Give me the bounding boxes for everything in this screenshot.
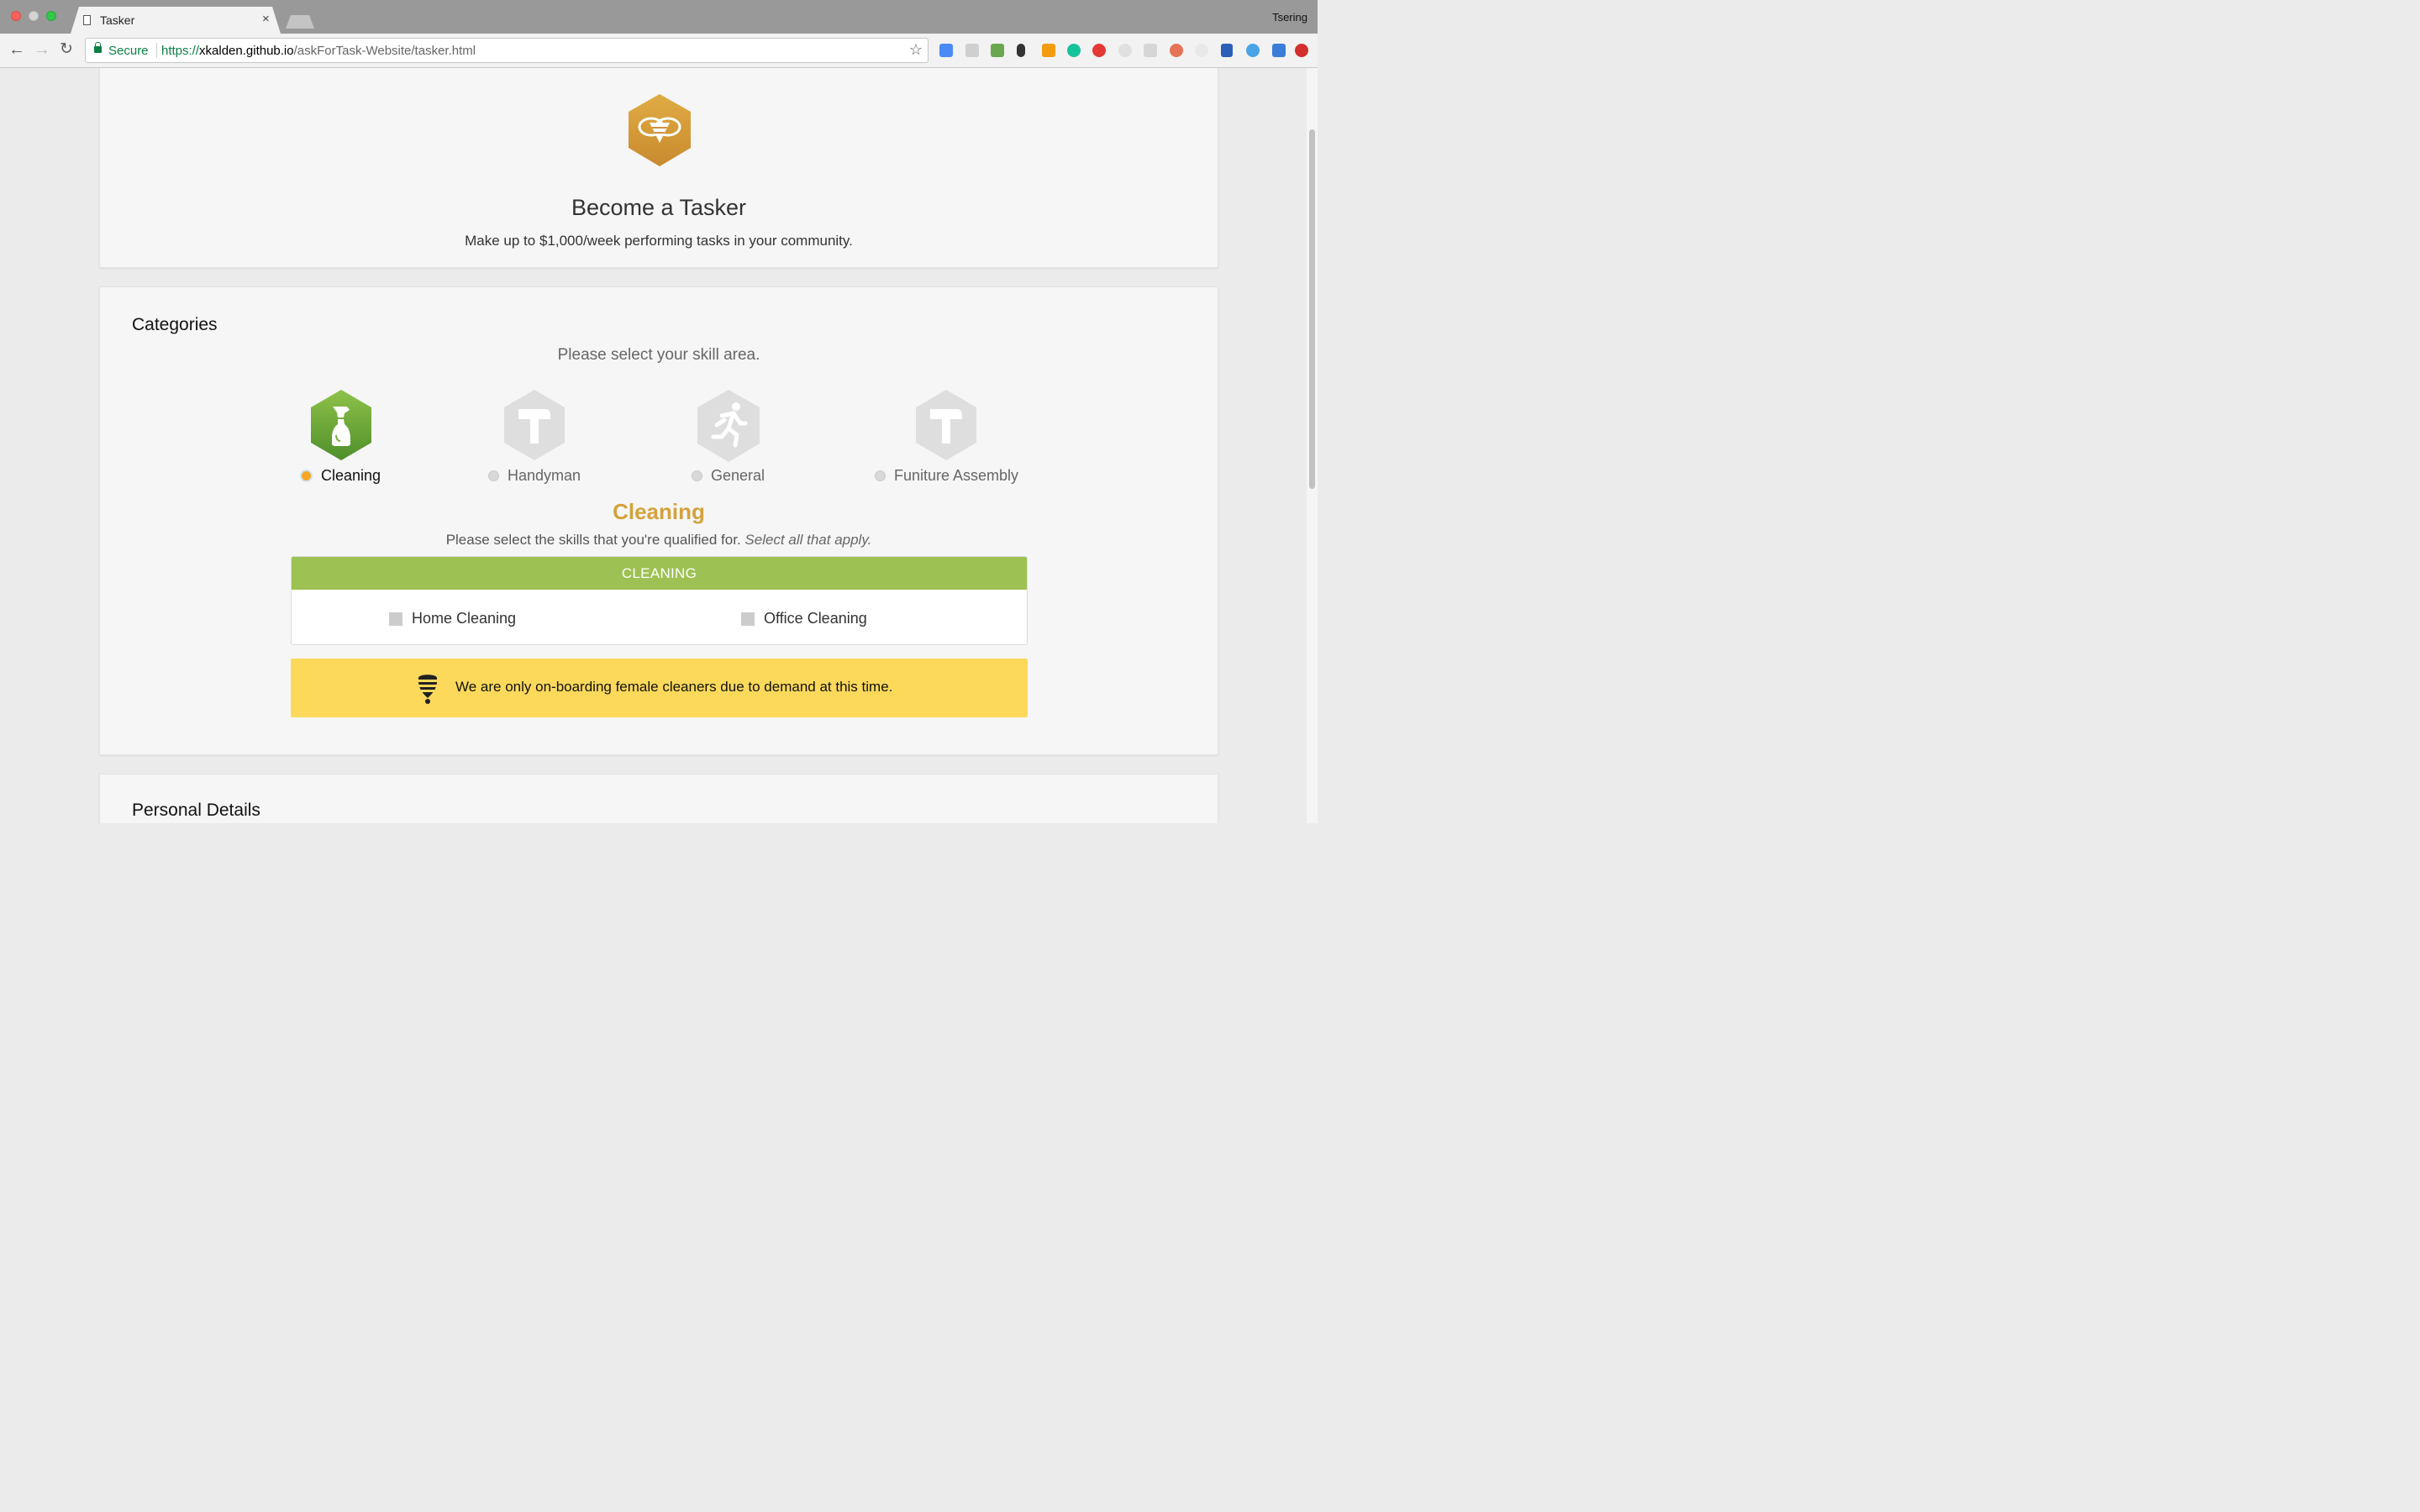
forward-icon[interactable]: → — [34, 40, 50, 59]
category-label-handyman[interactable]: Handyman — [488, 467, 581, 485]
extension-icon[interactable] — [1195, 44, 1208, 57]
skill-area-prompt: Please select your skill area. — [557, 346, 760, 364]
extension-icon[interactable] — [965, 44, 979, 57]
skill-option-home-cleaning[interactable]: Home Cleaning — [389, 610, 516, 627]
browser-tab[interactable]: Tasker × — [71, 7, 281, 34]
radio-unselected[interactable] — [692, 470, 702, 481]
category-label-furniture-assembly[interactable]: Funiture Assembly — [875, 467, 1018, 485]
category-label-text: General — [711, 467, 765, 484]
new-tab-button[interactable] — [286, 15, 314, 29]
skills-panel: CLEANING Home Cleaning Office Cleaning — [291, 556, 1028, 645]
trend-extension-icon[interactable] — [1042, 44, 1055, 57]
profile-name[interactable]: Tsering — [1272, 11, 1307, 24]
category-option-cleaning[interactable]: Cleaning — [300, 390, 392, 491]
category-option-handyman[interactable]: Handyman — [488, 390, 589, 491]
skill-option-label: Office Cleaning — [764, 610, 867, 627]
scrollbar-thumb[interactable] — [1309, 129, 1315, 489]
skills-prompt-emphasis: Select all that apply. — [744, 532, 872, 548]
upload-extension-icon[interactable] — [1295, 44, 1308, 57]
zoom-window-button[interactable] — [46, 11, 56, 21]
section-title-personal-details: Personal Details — [132, 801, 260, 820]
page-viewport: Become a Tasker Make up to $1,000/week p… — [0, 68, 1318, 823]
category-option-furniture-assembly[interactable]: Funiture Assembly — [875, 390, 1026, 491]
divider — [156, 43, 157, 58]
bookmark-star-icon[interactable]: ☆ — [909, 41, 923, 59]
hammer-icon[interactable] — [503, 390, 566, 465]
reload-icon[interactable]: ↻ — [60, 40, 73, 59]
checkbox[interactable] — [389, 612, 402, 626]
skills-prompt: Please select the skills that you're qua… — [100, 532, 1218, 549]
running-person-icon[interactable] — [697, 390, 760, 466]
url-text[interactable]: https://xkalden.github.io/askForTask-Web… — [161, 44, 476, 58]
skills-prompt-text: Please select the skills that you're qua… — [445, 532, 745, 548]
page-title: Become a Tasker — [571, 195, 747, 220]
grammarly-icon[interactable] — [1067, 44, 1081, 57]
checkbox[interactable] — [741, 612, 755, 626]
scrollbar-track[interactable] — [1307, 68, 1318, 823]
personal-details-card: Personal Details — [99, 774, 1218, 823]
eyedropper-icon[interactable] — [1017, 44, 1025, 57]
spray-bottle-icon[interactable] — [310, 390, 372, 465]
category-label-text: Handyman — [508, 467, 581, 484]
section-title-categories: Categories — [132, 315, 218, 334]
browser-toolbar: ← → ↻ Secure https://xkalden.github.io/a… — [0, 34, 1318, 68]
selected-category-title: Cleaning — [613, 499, 705, 524]
brave-shield-icon[interactable] — [1170, 44, 1183, 57]
skill-option-label: Home Cleaning — [412, 610, 517, 627]
extension-icon[interactable] — [1144, 44, 1157, 57]
extension-icon[interactable] — [939, 44, 953, 57]
hero-card: Become a Tasker Make up to $1,000/week p… — [99, 68, 1218, 268]
categories-card: Categories Please select your skill area… — [99, 286, 1218, 755]
radio-unselected[interactable] — [488, 470, 499, 481]
hammer-icon[interactable] — [915, 390, 977, 465]
category-label-text: Funiture Assembly — [894, 467, 1019, 484]
shield-extension-icon[interactable] — [1092, 44, 1106, 57]
back-icon[interactable]: ← — [8, 40, 25, 59]
message-extension-icon[interactable] — [1272, 44, 1286, 57]
page-subtitle: Make up to $1,000/week performing tasks … — [465, 233, 853, 249]
browser-titlebar: Tasker × Tsering — [0, 0, 1318, 34]
tasker-bee-logo-icon — [628, 94, 692, 171]
address-bar[interactable]: Secure https://xkalden.github.io/askForT… — [85, 38, 929, 63]
minimize-window-button[interactable] — [29, 11, 39, 21]
category-label-general[interactable]: General — [692, 467, 765, 485]
document-icon — [83, 15, 91, 25]
notice-banner: We are only on-boarding female cleaners … — [291, 659, 1028, 717]
tab-title: Tasker — [100, 13, 135, 27]
category-option-general[interactable]: General — [692, 390, 784, 491]
tab-close-icon[interactable]: × — [262, 12, 270, 26]
notice-text: We are only on-boarding female cleaners … — [455, 679, 893, 695]
skills-panel-header: CLEANING — [292, 557, 1027, 590]
extension-icon[interactable] — [1118, 44, 1132, 57]
url-scheme: https:// — [161, 44, 200, 58]
radio-unselected[interactable] — [875, 470, 886, 481]
skill-option-office-cleaning[interactable]: Office Cleaning — [741, 610, 867, 627]
wifi-extension-icon[interactable] — [1246, 44, 1260, 57]
radio-selected[interactable] — [300, 470, 313, 482]
url-path: /askForTask-Website/tasker.html — [293, 44, 476, 58]
category-label-cleaning[interactable]: Cleaning — [300, 467, 381, 485]
info-extension-icon[interactable] — [1221, 44, 1233, 57]
chart-extension-icon[interactable] — [991, 44, 1004, 57]
bee-icon — [418, 673, 438, 709]
close-window-button[interactable] — [11, 11, 21, 21]
lock-icon — [94, 42, 102, 53]
url-host: xkalden.github.io — [199, 44, 294, 58]
category-label-text: Cleaning — [321, 467, 381, 484]
secure-label: Secure — [108, 44, 149, 58]
